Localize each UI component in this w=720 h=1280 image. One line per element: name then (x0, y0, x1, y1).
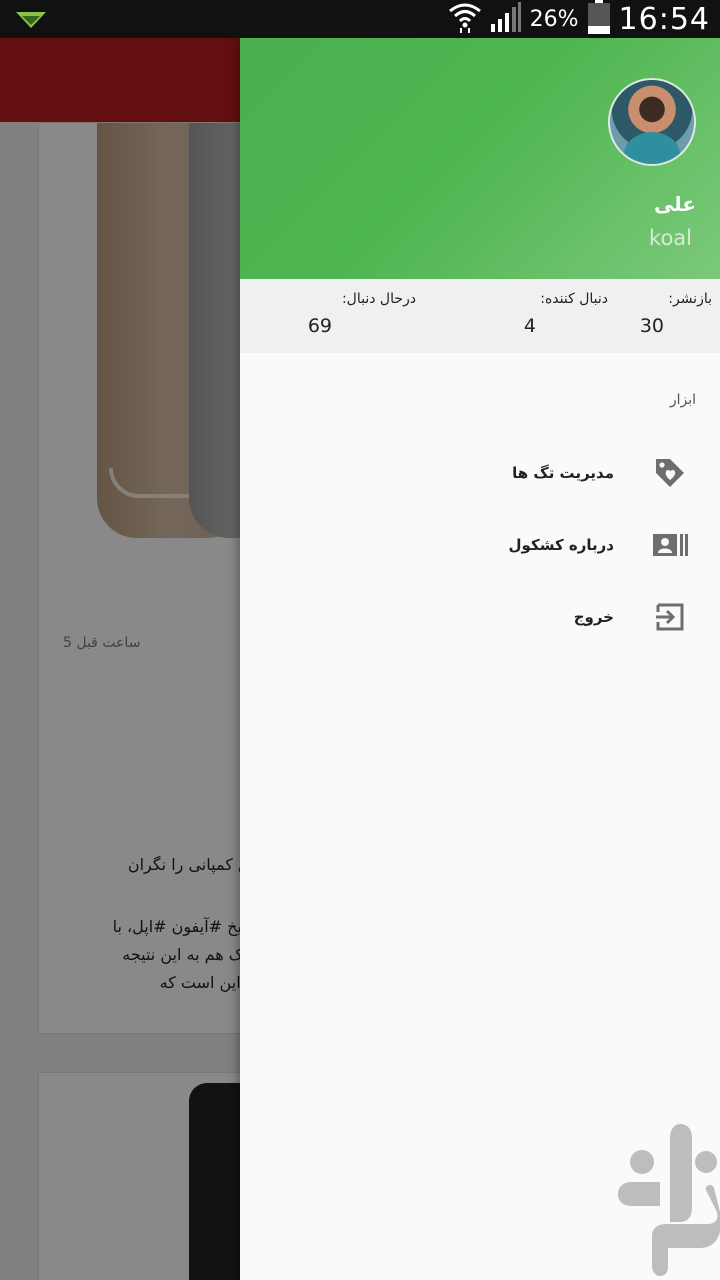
drawer-header: علی koal (240, 38, 720, 279)
menu-item-manage-tags[interactable]: مدیریت تگ ها (240, 438, 720, 508)
notification-icon (14, 8, 48, 34)
menu-item-about[interactable]: درباره کشکول (240, 510, 720, 580)
clock: 16:54 (618, 1, 710, 37)
stat-value: 30 (639, 315, 664, 337)
user-stats: بازنشر: 30 دنبال کننده: 4 درحال دنبال: 6… (240, 279, 720, 353)
navigation-drawer: علی koal بازنشر: 30 دنبال کننده: 4 درحال… (240, 38, 720, 1280)
stat-label: درحال دنبال: (341, 291, 416, 307)
tag-heart-icon (644, 438, 720, 508)
menu-item-logout[interactable]: خروج (240, 582, 720, 652)
status-bar: 26% 16:54 (0, 0, 720, 38)
menu-label: درباره کشکول (508, 536, 614, 554)
wifi-icon (448, 1, 482, 37)
stat-value: 4 (523, 315, 536, 337)
battery-percent: 26% (529, 6, 579, 32)
stat-following[interactable]: درحال دنبال: 69 (296, 291, 416, 337)
stat-value: 69 (307, 315, 332, 337)
stat-followers[interactable]: دنبال کننده: 4 (488, 291, 608, 337)
user-name: علی (653, 192, 696, 216)
exit-icon (644, 582, 720, 652)
contact-card-icon (644, 510, 720, 580)
signal-icon (490, 2, 522, 36)
battery-icon (587, 0, 611, 38)
store-logo-watermark (612, 1116, 720, 1276)
menu-label: مدیریت تگ ها (512, 464, 614, 482)
stat-label: دنبال کننده: (540, 291, 608, 307)
stat-reshares[interactable]: بازنشر: 30 (592, 291, 712, 337)
menu-label: خروج (573, 608, 614, 626)
section-title-tools: ابزار (669, 392, 696, 408)
username: koal (649, 226, 692, 250)
stat-label: بازنشر: (668, 291, 712, 307)
avatar[interactable] (608, 78, 696, 166)
